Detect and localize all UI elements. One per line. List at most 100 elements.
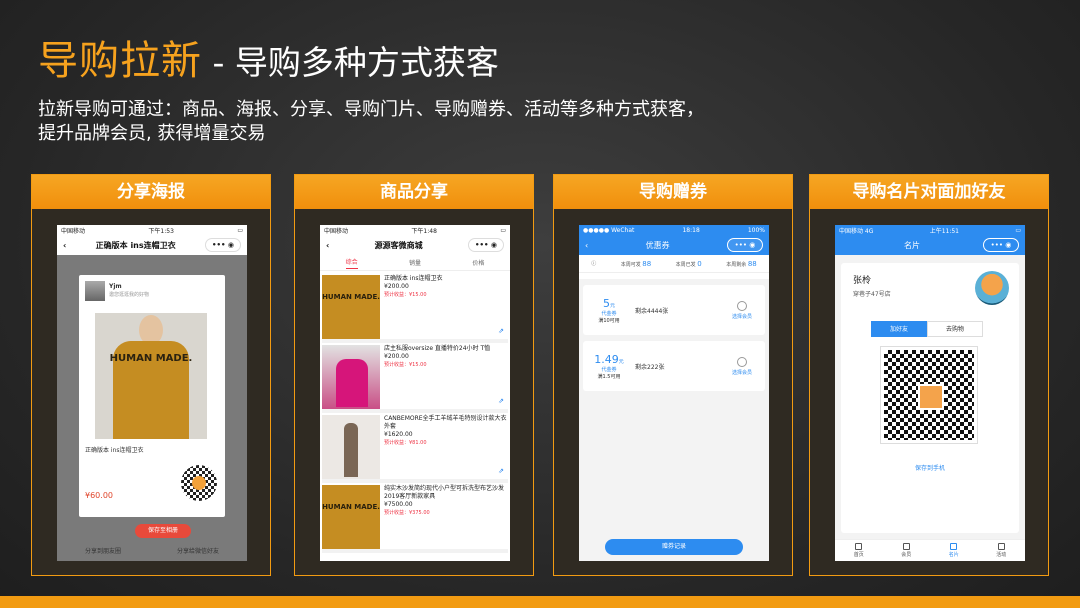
bottom-accent-bar: [0, 596, 1080, 608]
save-to-album-button[interactable]: 保存至相册: [135, 524, 191, 538]
description-line-2: 提升品牌会员, 获得增量交易: [38, 123, 266, 144]
battery-icon: ▭: [500, 226, 506, 234]
product-earn: 预计收益：¥15.00: [384, 362, 427, 368]
tab-bar: 首页 会员 名片 活动: [835, 539, 1025, 561]
gift-record-button[interactable]: 赠券记录: [605, 539, 743, 555]
user-name: Yjm: [109, 283, 122, 290]
slide-description: 拉新导购可通过：商品、海报、分享、导购门片、导购赠券、活动等多种方式获客， 提升…: [38, 98, 704, 146]
list-item[interactable]: HUMAN MADE. 正确版本 ins连帽卫衣 ¥200.00 预计收益：¥1…: [322, 273, 508, 343]
product-title: 正确版本 ins连帽卫衣: [384, 275, 443, 282]
tab-sales[interactable]: 销量: [409, 258, 421, 267]
member-icon: [902, 543, 910, 550]
nav-bar: ‹ 源源客微商城 ••• ◉: [320, 235, 510, 255]
tab-card[interactable]: 名片: [949, 543, 959, 558]
battery-icon: ▭: [237, 226, 243, 234]
panel-header: 分享海报: [32, 175, 270, 209]
panel-share-poster: 分享海报 中国移动 下午1:53 ▭ ‹ 正确版本 ins连帽卫衣 ••• ◉ Yj…: [31, 174, 271, 576]
nav-bar: 名片 ••• ◉: [835, 235, 1025, 255]
add-friend-button[interactable]: 加好友: [871, 321, 927, 337]
nav-title: 优惠券: [645, 240, 670, 250]
product-image: HUMAN MADE.: [322, 275, 380, 339]
panel-header: 商品分享: [295, 175, 533, 209]
user-icon: [737, 356, 747, 367]
coupon-type: 代金券: [601, 310, 617, 317]
phone-product-share: 中国移动 下午1:48 ▭ ‹ 源源客微商城 ••• ◉ 综合 销量 价格 HUMA…: [320, 225, 510, 561]
coupon-remaining: 剩余222张: [635, 363, 665, 371]
capsule-menu[interactable]: ••• ◉: [205, 238, 241, 252]
back-icon[interactable]: ‹: [585, 241, 588, 250]
coupon-type: 代金券: [601, 366, 617, 373]
panel-header: 导购赠券: [554, 175, 792, 209]
product-title: 正确版本 ins连帽卫衣: [85, 447, 144, 454]
user-icon: [737, 300, 747, 311]
save-to-phone-link[interactable]: 保存到手机: [841, 463, 1019, 472]
list-item[interactable]: CANBEMORE全手工羊绒羊毛特别设计款大衣外套 ¥1620.00 预计收益：…: [322, 413, 508, 483]
share-friend-button[interactable]: 分享给微信好友: [177, 546, 219, 555]
share-icon[interactable]: ⇗: [498, 397, 504, 405]
product-earn: 预计收益：¥15.00: [384, 292, 427, 298]
select-member-button[interactable]: 选择会员: [725, 356, 759, 376]
product-earn: 预计收益：¥81.00: [384, 440, 427, 446]
share-icon[interactable]: ⇗: [498, 327, 504, 335]
mini-program-qr-code: [181, 465, 217, 501]
poster-card: Yjm 邀您逛逛我的好物 HUMAN MADE. 正确版本 ins连帽卫衣 ¥60…: [79, 275, 225, 517]
product-price: ¥1620.00: [384, 431, 413, 438]
tab-price[interactable]: 价格: [472, 258, 484, 267]
sweater-print: HUMAN MADE.: [109, 353, 193, 364]
product-title: CANBEMORE全手工羊绒羊毛特别设计款大衣外套: [384, 415, 507, 430]
capsule-menu[interactable]: ••• ◉: [467, 238, 504, 252]
stat-value: 0: [697, 259, 702, 268]
home-icon: [855, 543, 863, 550]
capsule-menu[interactable]: ••• ◉: [983, 238, 1019, 252]
panel-business-card: 导购名片对面加好友 中国移动 4G 上午11:51 ▭ 名片 ••• ◉ 张柃 穿巷…: [809, 174, 1049, 576]
carrier: 中国移动: [324, 227, 349, 235]
stat-label: 本周剩余: [726, 261, 747, 268]
nav-title: 正确版本 ins连帽卫衣: [95, 240, 176, 250]
product-image: [322, 415, 380, 479]
business-card: 张柃 穿巷子47号店 加好友 去购物 保存到手机: [841, 263, 1019, 533]
stat-value: 88: [747, 259, 757, 268]
coupon-condition: 满1.5可用: [597, 373, 621, 380]
phone-coupon-gift: ●●●●● WeChat 18:18 100% ‹ 优惠券 ••• ◉ ⓘ 本周可发…: [579, 225, 769, 561]
product-earn: 预计收益：¥375.00: [384, 510, 430, 516]
list-item[interactable]: HUMAN MADE. 纯实木沙发简约现代小户型可拆洗型布艺沙发2019客厅新款…: [322, 483, 508, 553]
card-icon: [950, 543, 958, 550]
status-bar: ●●●●● WeChat 18:18 100%: [579, 225, 769, 235]
product-price: ¥7500.00: [384, 501, 413, 508]
panel-product-share: 商品分享 中国移动 下午1:48 ▭ ‹ 源源客微商城 ••• ◉ 综合 销量 价格…: [294, 174, 534, 576]
back-icon[interactable]: ‹: [326, 241, 329, 250]
slide-title: 导购拉新 - 导购多种方式获客: [38, 36, 499, 86]
tab-member[interactable]: 会员: [901, 543, 911, 558]
phone-share-poster: 中国移动 下午1:53 ▭ ‹ 正确版本 ins连帽卫衣 ••• ◉ Yjm 邀您逛逛…: [57, 225, 247, 561]
wechat-qr-code: [880, 346, 978, 444]
select-member-button[interactable]: 选择会员: [725, 300, 759, 320]
list-item[interactable]: 店主私服oversize 直播特价24小时 T恤 ¥200.00 预计收益：¥1…: [322, 343, 508, 413]
panel-header: 导购名片对面加好友: [810, 175, 1048, 209]
capsule-menu[interactable]: ••• ◉: [726, 238, 763, 252]
tab-activity[interactable]: 活动: [996, 543, 1006, 558]
share-icon[interactable]: ⇗: [498, 467, 504, 475]
time: 18:18: [682, 226, 700, 234]
nav-bar: ‹ 正确版本 ins连帽卫衣 ••• ◉: [57, 235, 247, 255]
coupon-unit: 元: [609, 302, 615, 309]
coupon-amount: 1.49: [594, 352, 619, 366]
go-shopping-button[interactable]: 去购物: [927, 321, 983, 337]
tab-home[interactable]: 首页: [854, 543, 864, 558]
avatar: [85, 281, 105, 301]
product-list: HUMAN MADE. 正确版本 ins连帽卫衣 ¥200.00 预计收益：¥1…: [320, 271, 510, 555]
tab-overall[interactable]: 综合: [345, 257, 358, 269]
user-subtitle: 邀您逛逛我的好物: [109, 292, 150, 298]
coupon-unit: 元: [618, 358, 624, 365]
status-bar: 中国移动 下午1:53 ▭: [57, 225, 247, 235]
back-icon[interactable]: ‹: [63, 241, 66, 250]
battery-icon: ▭: [1015, 226, 1021, 234]
share-options: 分享到朋友圈 分享给微信好友: [57, 546, 247, 555]
share-moments-button[interactable]: 分享到朋友圈: [85, 546, 121, 555]
stat-label: 本周已发: [675, 261, 696, 268]
poster-user: Yjm 邀您逛逛我的好物: [85, 281, 149, 301]
coupon-item: 1.49元 代金券 满1.5可用 剩余222张 选择会员: [583, 341, 765, 391]
coupon-list: 5元 代金券 满10可用 剩余4444张 选择会员 1.49元 代金券 满1.5…: [579, 279, 769, 561]
nav-bar: ‹ 优惠券 ••• ◉: [579, 235, 769, 255]
product-title: 店主私服oversize 直播特价24小时 T恤: [384, 345, 491, 352]
stat-label: 本周可发: [620, 261, 641, 268]
